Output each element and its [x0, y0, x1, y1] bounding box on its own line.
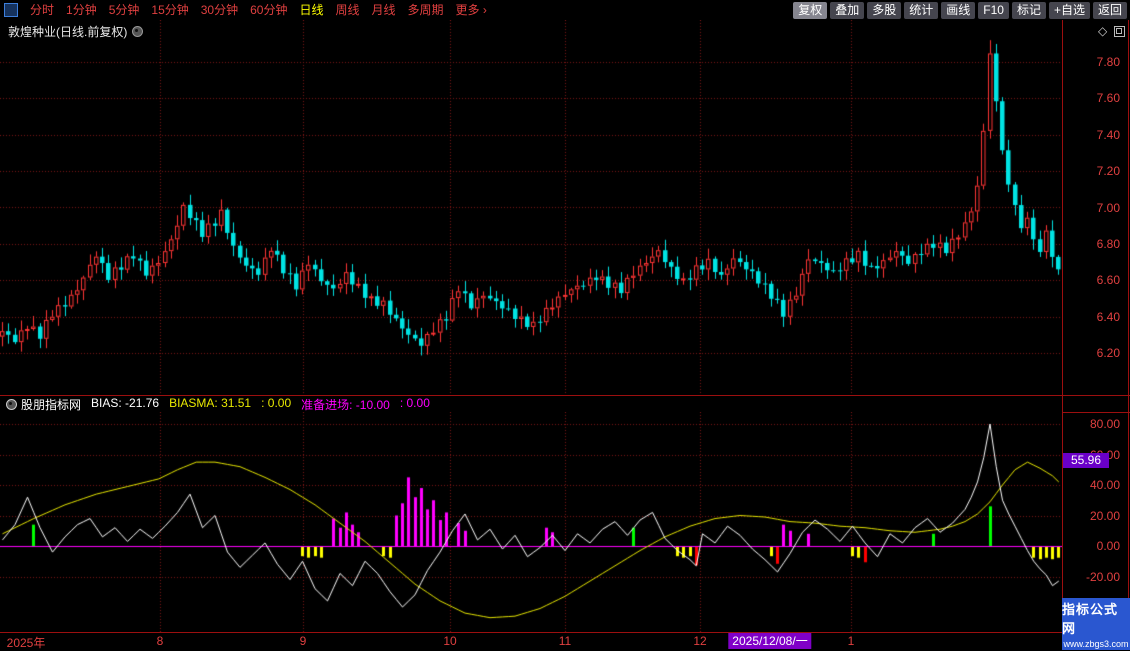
toolbar-button-画线[interactable]: 画线 [941, 2, 975, 19]
indicator-axis-label: 40.00 [1066, 478, 1120, 492]
price-axis-label: 7.80 [1066, 55, 1120, 69]
indicator-value-segment: : 0.00 [261, 396, 291, 413]
price-axis-label: 7.00 [1066, 201, 1120, 215]
menu-item-分时[interactable]: 分时 [24, 0, 60, 20]
title-pin-icon[interactable] [132, 26, 143, 37]
chart-title-row: 敦煌种业(日线.前复权) [8, 23, 143, 40]
indicator-pin-icon[interactable] [6, 399, 17, 410]
indicator-axis-label: 20.00 [1066, 509, 1120, 523]
top-menu-bar: 分时1分钟5分钟15分钟30分钟60分钟日线周线月线多周期更多 › 复权叠加多股… [0, 0, 1130, 20]
toolbar-button-返回[interactable]: 返回 [1093, 2, 1127, 19]
time-axis-label: 9 [300, 634, 307, 648]
bias-indicator-chart[interactable] [0, 412, 1062, 632]
menu-item-日线[interactable]: 日线 [293, 0, 329, 20]
menu-item-月线[interactable]: 月线 [366, 0, 402, 20]
menu-item-15分钟[interactable]: 15分钟 [145, 0, 194, 20]
time-axis-label: 2025年 [7, 634, 46, 651]
toolbar-button-F10[interactable]: F10 [978, 2, 1009, 19]
toolbar-button-标记[interactable]: 标记 [1012, 2, 1046, 19]
indicator-value-segment: 准备进场: -10.00 [301, 396, 390, 413]
indicator-value-segment: BIASMA: 31.51 [169, 396, 251, 413]
time-axis-label: 10 [443, 634, 456, 648]
price-axis-label: 6.20 [1066, 346, 1120, 360]
menu-item-周线[interactable]: 周线 [329, 0, 365, 20]
period-menu: 分时1分钟5分钟15分钟30分钟60分钟日线周线月线多周期更多 › [24, 0, 493, 20]
right-edge-border [1128, 20, 1129, 632]
main-kline-chart[interactable] [0, 20, 1062, 395]
menu-item-60分钟[interactable]: 60分钟 [244, 0, 293, 20]
watermark: 指标公式网 www.zbgs3.com [1062, 598, 1130, 650]
app-window-icon[interactable] [4, 3, 18, 17]
watermark-url: www.zbgs3.com [1063, 639, 1128, 649]
date-highlight: 2025/12/08/一 [728, 633, 811, 649]
indicator-axis-top-border [1062, 412, 1130, 413]
time-axis-label: 11 [559, 634, 571, 648]
toolbar-button-复权[interactable]: 复权 [793, 2, 827, 19]
time-axis-label: 12 [693, 634, 706, 648]
indicator-source-label: 股朋指标网 [21, 396, 81, 413]
price-axis-label: 6.80 [1066, 237, 1120, 251]
time-axis-label: 8 [157, 634, 164, 648]
indicator-axis-label: -20.00 [1066, 570, 1120, 584]
menu-item-5分钟[interactable]: 5分钟 [103, 0, 146, 20]
time-axis-label: 1 [848, 634, 855, 648]
corner-diamond-icon[interactable]: ◇ [1098, 24, 1107, 38]
axis-column-separator [1062, 20, 1063, 632]
price-axis-label: 7.60 [1066, 91, 1120, 105]
indicator-header: 股朋指标网 BIAS: -21.76 BIASMA: 31.51 : 0.00 准备进… [6, 397, 440, 412]
price-axis-label: 6.60 [1066, 273, 1120, 287]
panel-separator-line [0, 395, 1130, 396]
toolbar-button-叠加[interactable]: 叠加 [830, 2, 864, 19]
corner-window-icon[interactable] [1114, 26, 1125, 37]
indicator-latest-value-badge: 55.96 [1063, 453, 1109, 468]
menu-item-更多 ›[interactable]: 更多 › [450, 0, 493, 20]
price-axis-label: 7.40 [1066, 128, 1120, 142]
toolbar-button-+自选[interactable]: +自选 [1049, 2, 1090, 19]
timeaxis-separator-line [0, 632, 1130, 633]
topbar-right-buttons: 复权叠加多股统计画线F10标记+自选返回 [790, 2, 1130, 19]
price-axis-label: 6.40 [1066, 310, 1120, 324]
toolbar-button-统计[interactable]: 统计 [904, 2, 938, 19]
price-axis-label: 7.20 [1066, 164, 1120, 178]
stock-title: 敦煌种业(日线.前复权) [8, 23, 127, 40]
indicator-value-segment: BIAS: -21.76 [91, 396, 159, 413]
menu-item-多周期[interactable]: 多周期 [402, 0, 450, 20]
trading-app-window: { "colors": { "up": "#ff3434", "down": "… [0, 0, 1130, 650]
indicator-value-segment: : 0.00 [400, 396, 430, 413]
toolbar-button-多股[interactable]: 多股 [867, 2, 901, 19]
watermark-title: 指标公式网 [1062, 599, 1130, 637]
indicator-axis-label: 0.00 [1066, 539, 1120, 553]
indicator-values: BIAS: -21.76 BIASMA: 31.51 : 0.00 准备进场: -10… [91, 396, 440, 413]
menu-item-1分钟[interactable]: 1分钟 [60, 0, 103, 20]
indicator-axis-label: 80.00 [1066, 417, 1120, 431]
menu-item-30分钟[interactable]: 30分钟 [195, 0, 244, 20]
